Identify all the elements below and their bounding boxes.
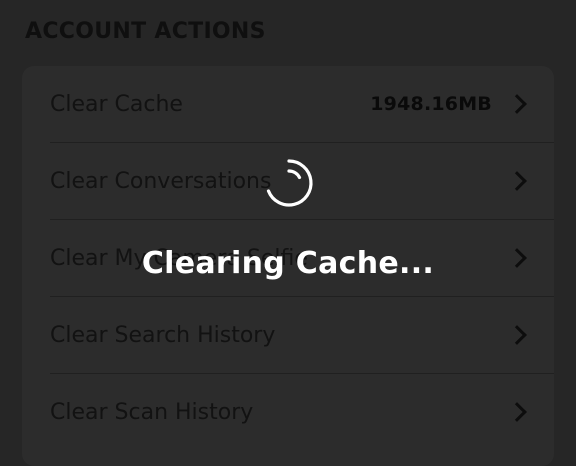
section-title: ACCOUNT ACTIONS	[25, 19, 266, 44]
clearing-cache-message: Clearing Cache...	[141, 246, 435, 281]
clear-search-history-row[interactable]: Clear Search History	[22, 297, 554, 373]
cache-size-value: 1948.16MB	[370, 93, 492, 115]
chevron-right-icon	[507, 402, 527, 422]
loading-spinner-icon	[266, 159, 313, 207]
clear-conversations-label: Clear Conversations	[50, 168, 272, 194]
clear-cache-label: Clear Cache	[50, 91, 183, 117]
chevron-right-icon	[507, 94, 527, 114]
clear-scan-history-label: Clear Scan History	[50, 399, 254, 425]
clear-cache-row[interactable]: Clear Cache 1948.16MB	[22, 66, 554, 142]
clear-scan-history-row[interactable]: Clear Scan History	[22, 374, 554, 450]
settings-screen: ACCOUNT ACTIONS Clear Cache 1948.16MB Cl…	[0, 0, 576, 466]
clear-search-history-label: Clear Search History	[50, 322, 276, 348]
chevron-right-icon	[507, 325, 527, 345]
chevron-right-icon	[507, 171, 527, 191]
